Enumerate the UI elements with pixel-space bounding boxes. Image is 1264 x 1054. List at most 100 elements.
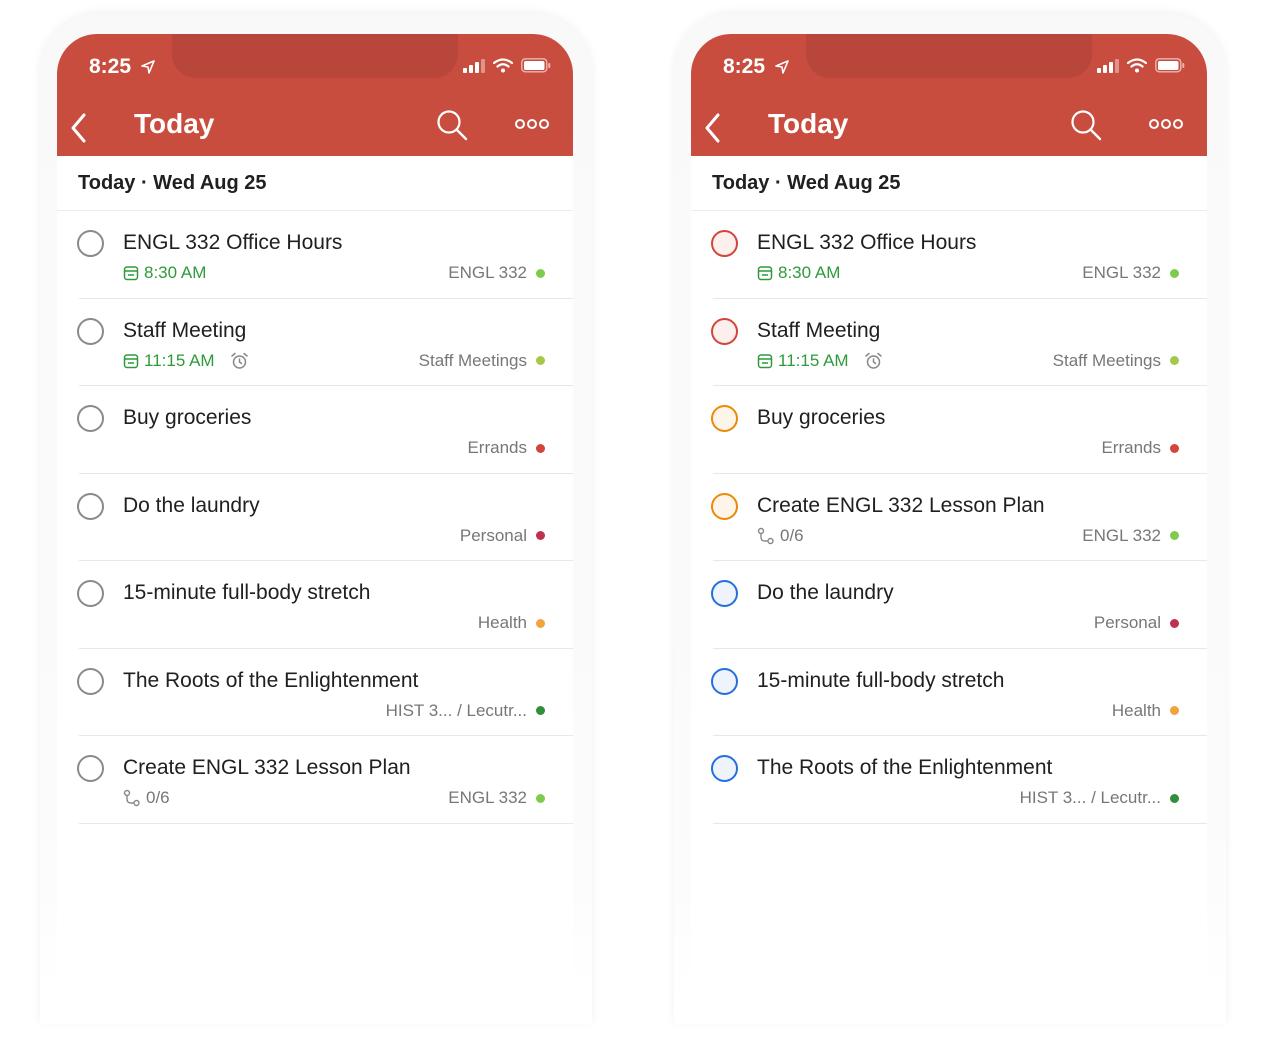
cellular-signal-icon: [463, 58, 485, 73]
search-icon[interactable]: [1070, 109, 1102, 141]
task-row[interactable]: 15-minute full-body stretch Health: [691, 649, 1207, 736]
task-project: Health: [1112, 701, 1179, 721]
project-name: ENGL 332: [1082, 525, 1161, 545]
calendar-icon: [123, 353, 139, 368]
task-project: ENGL 332: [448, 263, 545, 283]
date-label: Today · Wed Aug 25: [78, 172, 267, 194]
due-time: 11:15 AM: [144, 350, 215, 370]
task-checkbox[interactable]: [77, 755, 104, 782]
project-name: Health: [1111, 700, 1161, 720]
subtask-icon: [123, 789, 140, 807]
project-name: HIST 3... / Lecutr...: [385, 700, 527, 720]
task-checkbox[interactable]: [77, 230, 104, 257]
task-row[interactable]: 15-minute full-body stretch Health: [57, 561, 573, 649]
project-color-dot: [536, 356, 545, 365]
task-project: HIST 3... / Lecutr...: [386, 701, 545, 721]
task-row[interactable]: Create ENGL 332 Lesson Plan 0/6 ENGL 332: [57, 736, 573, 824]
status-time: 8:25: [89, 55, 155, 79]
task-row[interactable]: Create ENGL 332 Lesson Plan 0/6 ENGL 332: [691, 474, 1207, 561]
project-name: Personal: [1093, 613, 1161, 632]
more-options-icon[interactable]: [1149, 118, 1183, 130]
task-project: Errands: [467, 438, 545, 458]
task-checkbox[interactable]: [711, 755, 738, 782]
calendar-icon: [757, 266, 773, 281]
task-checkbox[interactable]: [77, 580, 104, 607]
project-color-dot: [1170, 443, 1179, 453]
project-name: Staff Meetings: [1052, 350, 1161, 370]
project-name: Staff Meetings: [418, 350, 527, 370]
task-project: Errands: [1101, 438, 1179, 458]
notch: [172, 34, 458, 78]
task-checkbox[interactable]: [711, 492, 738, 520]
task-project: Staff Meetings: [1053, 351, 1179, 371]
due-time: 11:15 AM: [778, 350, 849, 370]
alarm-clock-icon: [864, 352, 882, 369]
task-checkbox[interactable]: [77, 405, 104, 432]
alarm-clock-icon: [230, 352, 248, 369]
subtask-count: 0/6: [780, 525, 804, 545]
task-row[interactable]: The Roots of the Enlightenment HIST 3... …: [57, 649, 573, 736]
phone-screen: 8:25 Today Today · Wed Aug 25 ENGL 332 O…: [691, 34, 1207, 1019]
task-row[interactable]: Do the laundry Personal: [691, 561, 1207, 649]
search-icon[interactable]: [436, 109, 468, 141]
task-checkbox[interactable]: [711, 230, 738, 257]
task-title: The Roots of the Enlightenment: [757, 756, 1053, 779]
task-row[interactable]: ENGL 332 Office Hours 8:30 AM ENGL 332: [691, 211, 1207, 299]
task-title: Buy groceries: [123, 406, 252, 429]
task-due-date: 11:15 AM: [757, 351, 883, 371]
task-row[interactable]: The Roots of the Enlightenment HIST 3... …: [691, 736, 1207, 824]
task-title: ENGL 332 Office Hours: [757, 231, 977, 254]
row-divider: [713, 822, 1207, 824]
task-checkbox[interactable]: [711, 580, 738, 607]
project-color-dot: [1170, 793, 1179, 803]
project-color-dot: [536, 793, 545, 803]
task-title: Do the laundry: [123, 493, 260, 517]
project-color-dot: [536, 443, 545, 453]
due-time: 8:30 AM: [144, 263, 207, 282]
task-project: ENGL 332: [448, 788, 545, 808]
task-project: ENGL 332: [1082, 263, 1179, 283]
more-options-icon[interactable]: [515, 118, 549, 130]
project-name: Errands: [467, 438, 527, 457]
phone-left: 8:25 Today Today · Wed Aug 25 ENGL 332 O…: [40, 14, 592, 1024]
task-title: Do the laundry: [757, 581, 894, 604]
task-row[interactable]: Staff Meeting 11:15 AM Staff Meetings: [57, 299, 573, 386]
location-arrow-icon: [141, 60, 155, 75]
task-checkbox[interactable]: [77, 492, 104, 520]
project-color-dot: [1170, 618, 1179, 628]
task-checkbox[interactable]: [711, 667, 738, 695]
task-checkbox[interactable]: [77, 667, 104, 695]
project-name: ENGL 332: [448, 788, 527, 807]
project-name: Health: [477, 613, 527, 632]
task-project: HIST 3... / Lecutr...: [1020, 788, 1179, 808]
task-due-date: 8:30 AM: [757, 263, 840, 283]
project-name: ENGL 332: [448, 263, 527, 282]
date-section-header: Today · Wed Aug 25: [691, 156, 1207, 211]
task-row[interactable]: Do the laundry Personal: [57, 474, 573, 561]
task-due-date: 11:15 AM: [123, 351, 249, 371]
back-chevron-icon[interactable]: [69, 112, 89, 144]
back-chevron-icon[interactable]: [703, 112, 723, 144]
notch: [806, 34, 1092, 78]
phone-right: 8:25 Today Today · Wed Aug 25 ENGL 332 O…: [674, 14, 1226, 1024]
wifi-icon: [1127, 58, 1147, 73]
task-checkbox[interactable]: [711, 317, 738, 345]
battery-icon: [1155, 58, 1185, 73]
project-color-dot: [1170, 531, 1179, 540]
project-name: HIST 3... / Lecutr...: [1019, 788, 1161, 807]
task-row[interactable]: ENGL 332 Office Hours 8:30 AM ENGL 332: [57, 211, 573, 299]
date-label: Today · Wed Aug 25: [712, 172, 901, 194]
battery-icon: [521, 58, 551, 73]
calendar-icon: [757, 353, 773, 368]
task-row[interactable]: Buy groceries Errands: [57, 386, 573, 474]
task-checkbox[interactable]: [77, 317, 104, 345]
app-header: 8:25 Today: [57, 34, 573, 156]
task-row[interactable]: Buy groceries Errands: [691, 386, 1207, 474]
task-title: Buy groceries: [757, 406, 886, 429]
row-divider: [79, 822, 573, 824]
status-time: 8:25: [723, 55, 789, 79]
task-row[interactable]: Staff Meeting 11:15 AM Staff Meetings: [691, 299, 1207, 386]
task-list: ENGL 332 Office Hours 8:30 AM ENGL 332 Staf…: [57, 211, 573, 824]
task-subtasks: 0/6: [757, 526, 804, 546]
task-checkbox[interactable]: [711, 405, 738, 432]
